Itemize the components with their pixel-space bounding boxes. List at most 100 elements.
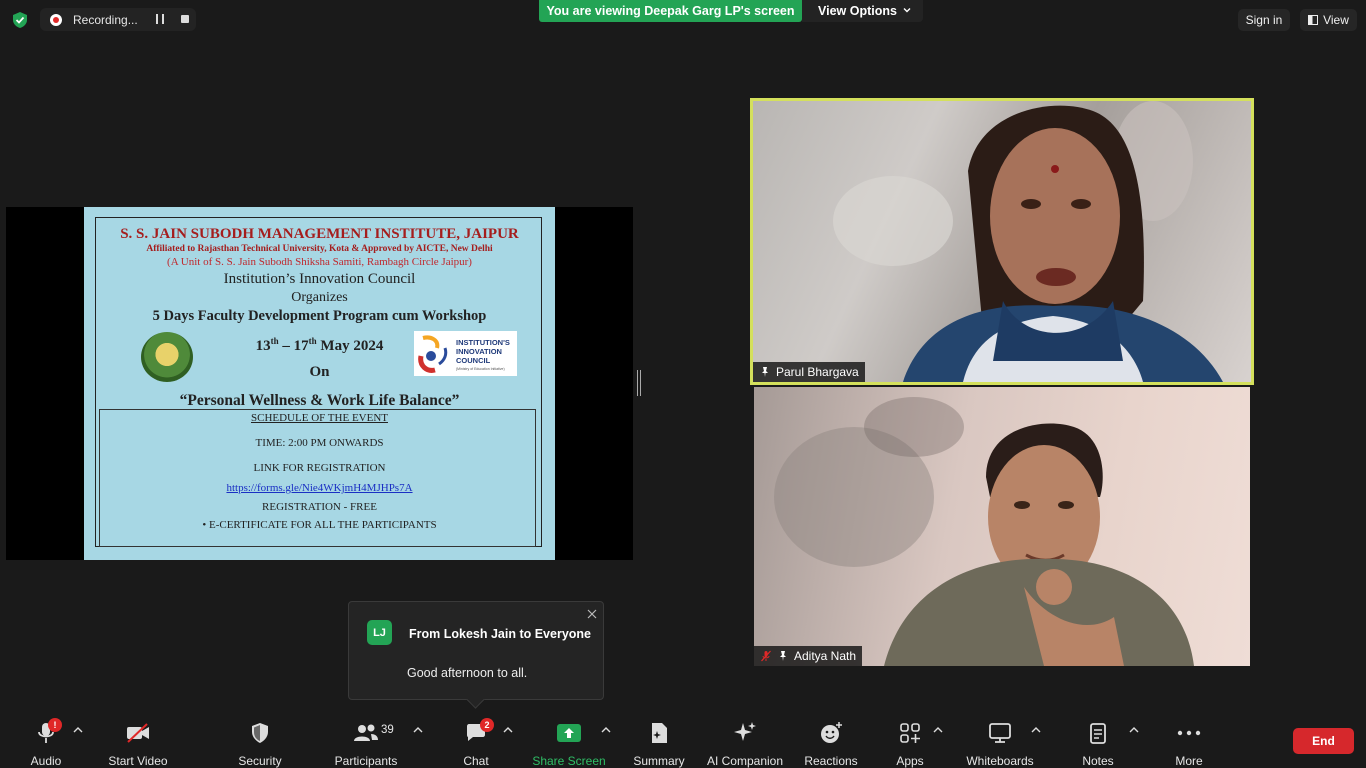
share-screen-button[interactable]: Share Screen [532,712,606,768]
security-button[interactable]: Security [236,712,284,768]
notes-label: Notes [1082,754,1114,768]
summary-button[interactable]: Summary [630,712,688,768]
notes-icon [1085,720,1111,746]
share-screen-icon [556,720,582,746]
notes-button[interactable]: Notes [1078,712,1118,768]
more-dots-icon [1176,720,1202,746]
stop-recording-icon[interactable] [181,15,189,23]
chat-label: Chat [463,754,489,768]
summary-document-icon [646,720,672,746]
audio-button[interactable]: ! Audio [22,712,70,768]
view-options-button[interactable]: View Options [802,0,923,22]
registration-link[interactable]: https://forms.gle/Nie4WKjmH4MJHPs7A [84,482,555,494]
sender-avatar: LJ [367,620,392,645]
whiteboards-button[interactable]: Whiteboards [963,712,1037,768]
participant-name: Aditya Nath [794,649,857,663]
notes-options-caret-icon[interactable] [1129,726,1139,734]
end-meeting-button[interactable]: End [1293,728,1354,754]
chat-button[interactable]: 2 Chat [456,712,496,768]
microphone-icon: ! [33,718,62,746]
registration-fee: REGISTRATION - FREE [262,501,377,513]
view-button[interactable]: View [1300,9,1357,31]
pin-icon [780,651,786,661]
start-video-label: Start Video [108,754,168,768]
chat-unread-badge: 2 [480,718,494,732]
participant-name: Parul Bhargava [776,365,859,379]
recording-indicator: Recording... [40,8,196,31]
video-off-icon [125,720,151,746]
chat-bubble-icon: 2 [463,718,494,746]
slide-unit: (A Unit of S. S. Jain Subodh Shiksha Sam… [167,256,472,268]
slide-affiliation: Affiliated to Rajasthan Technical Univer… [146,244,493,254]
security-label: Security [238,754,282,768]
whiteboards-options-caret-icon[interactable] [1031,726,1041,734]
audio-warning-badge: ! [48,718,62,732]
participants-button[interactable]: 39 Participants [334,712,398,768]
participants-label: Participants [334,754,398,768]
pin-icon [762,367,768,377]
chat-notification[interactable]: LJ From Lokesh Jain to Everyone Good aft… [348,601,604,700]
ai-companion-button[interactable]: AI Companion [704,712,786,768]
whiteboards-label: Whiteboards [966,754,1034,768]
chevron-down-icon [903,8,911,13]
encryption-shield-icon[interactable] [11,11,29,29]
chat-sender: From Lokesh Jain to Everyone [409,627,591,641]
meeting-toolbar: ! Audio Start Video Security 39 Particip… [0,712,1366,768]
participant-name-tag: Aditya Nath [754,646,863,666]
split-resize-handle[interactable] [637,370,641,396]
chat-options-caret-icon[interactable] [503,726,513,734]
zoom-meeting-window: Recording... You are viewing Deepak Garg… [0,0,1366,768]
pause-recording-icon[interactable] [156,14,164,24]
audio-label: Audio [30,754,62,768]
reactions-smiley-icon [818,720,844,746]
participants-count: 39 [381,724,394,736]
registration-link-label: LINK FOR REGISTRATION [253,462,386,474]
participant-name-tag: Parul Bhargava [753,362,865,382]
view-options-label: View Options [818,4,897,18]
recording-label: Recording... [73,12,138,27]
participant-video [833,101,1223,382]
participants-options-caret-icon[interactable] [413,726,423,734]
close-icon[interactable] [587,609,597,619]
slide-on: On [309,364,330,380]
slide-council: Institution’s Innovation Council [223,271,416,287]
participants-icon: 39 [353,720,394,746]
start-video-button[interactable]: Start Video [104,712,172,768]
more-label: More [1175,754,1203,768]
slide-dates: 13th – 17th May 2024 [255,336,384,354]
certificate-note: • E-CERTIFICATE FOR ALL THE PARTICIPANTS [202,519,437,531]
apps-options-caret-icon[interactable] [933,726,943,734]
muted-microphone-icon [761,650,771,662]
apps-icon [897,720,923,746]
slide-program: 5 Days Faculty Development Program cum W… [152,308,487,324]
more-button[interactable]: More [1168,712,1210,768]
audio-options-caret-icon[interactable] [73,726,83,734]
security-shield-icon [247,720,273,746]
whiteboard-icon [987,720,1013,746]
view-label: View [1323,13,1349,27]
view-layout-icon [1308,15,1319,25]
slide-title: S. S. JAIN SUBODH MANAGEMENT INSTITUTE, … [120,226,519,242]
reactions-button[interactable]: Reactions [802,712,860,768]
video-tile-parul-bhargava[interactable]: Parul Bhargava [750,98,1254,385]
schedule-heading: SCHEDULE OF THE EVENT [251,412,388,424]
recording-dot-icon [50,13,62,26]
share-options-caret-icon[interactable] [601,726,611,734]
shared-screen[interactable]: S. S. JAIN SUBODH MANAGEMENT INSTITUTE, … [6,207,633,560]
chat-message: Good afternoon to all. [407,666,528,680]
apps-label: Apps [896,754,924,768]
schedule-time: TIME: 2:00 PM ONWARDS [255,437,384,449]
ai-companion-label: AI Companion [706,754,784,768]
slide-organizes: Organizes [291,290,348,305]
sign-in-button[interactable]: Sign in [1238,9,1290,31]
video-tile-aditya-nath[interactable]: Aditya Nath [754,387,1250,666]
slide-theme: “Personal Wellness & Work Life Balance” [179,392,460,409]
share-screen-label: Share Screen [532,754,606,768]
viewing-screen-banner: You are viewing Deepak Garg LP's screen [539,0,802,22]
reactions-label: Reactions [804,754,858,768]
ai-sparkle-icon [732,720,758,746]
participant-video [774,397,1194,666]
shared-slide: S. S. JAIN SUBODH MANAGEMENT INSTITUTE, … [84,207,555,560]
summary-label: Summary [633,754,685,768]
apps-button[interactable]: Apps [892,712,928,768]
